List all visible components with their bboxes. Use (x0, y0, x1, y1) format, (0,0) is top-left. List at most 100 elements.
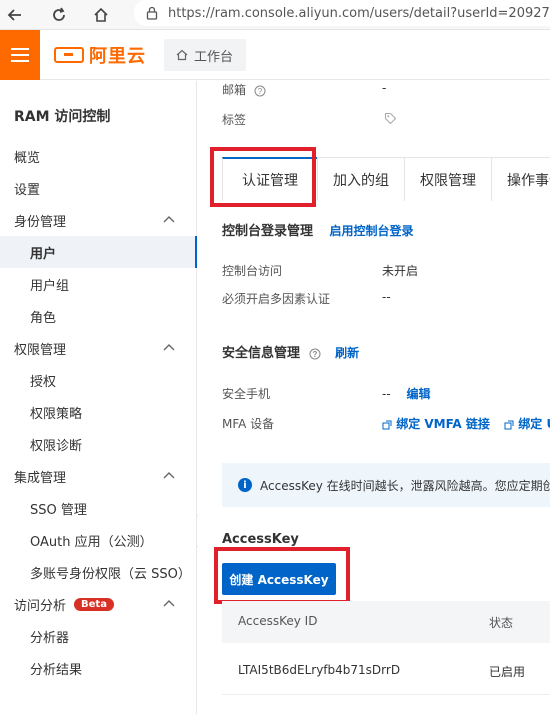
back-icon[interactable] (4, 4, 26, 26)
sidebar-item-analysis-results[interactable]: 分析结果 (0, 652, 197, 684)
annotation-highlight (214, 547, 350, 604)
accesskey-status: 已启用 (489, 665, 526, 679)
home-icon[interactable] (90, 4, 112, 26)
workbench-label: 工作台 (194, 49, 234, 65)
sidebar-item-label: 身份管理 (14, 214, 67, 230)
help-icon[interactable]: ? (309, 348, 321, 360)
sidebar-group-identity[interactable]: 身份管理 (0, 204, 197, 236)
tab-label: 操作事件 (507, 172, 550, 189)
menu-icon[interactable] (0, 30, 40, 80)
sidebar-item-label: SSO 管理 (30, 502, 87, 518)
console-access-value: 未开启 (382, 264, 419, 278)
console-login-title: 控制台登录管理 启用控制台登录 (222, 224, 414, 239)
email-value: - (382, 81, 387, 95)
edit-phone-link[interactable]: 编辑 (407, 387, 431, 401)
sidebar-item-label: 多账号身份权限（云 SSO） (30, 566, 191, 582)
sidebar-item-label: 角色 (30, 310, 57, 326)
address-bar[interactable]: https://ram.console.aliyun.com/users/det… (134, 0, 550, 26)
sidebar-item-cloud-sso[interactable]: 多账号身份权限（云 SSO） (0, 556, 197, 588)
tab-events[interactable]: 操作事件 (491, 157, 550, 201)
tags-label: 标签 (222, 113, 247, 127)
accesskey-id: LTAI5tB6dELryfb4b71sDrrD (238, 663, 401, 677)
chevron-up-icon (163, 472, 175, 479)
enable-console-login-link[interactable]: 启用控制台登录 (330, 224, 414, 238)
reload-icon[interactable] (48, 4, 70, 26)
info-icon: i (238, 478, 252, 492)
sidebar-item-oauth[interactable]: OAuth 应用（公测） (0, 524, 197, 556)
accesskey-table-header: AccessKey ID 状态 (222, 601, 550, 643)
sidebar-item-label: 集成管理 (14, 470, 67, 486)
aliyun-logo[interactable]: 阿里云 (54, 43, 146, 67)
sidebar-group-access-analysis[interactable]: 访问分析 Beta (0, 588, 197, 620)
bind-u2f-link[interactable]: 绑定 U2F (504, 417, 550, 431)
sidebar-item-label: 用户组 (30, 278, 70, 294)
sidebar-item-sso[interactable]: SSO 管理 (0, 492, 197, 524)
mfa-required-label: 必须开启多因素认证 (222, 292, 331, 306)
sidebar-item-label: 分析结果 (30, 662, 83, 678)
svg-text:?: ? (312, 350, 317, 359)
sidebar-item-users[interactable]: 用户 (0, 236, 197, 268)
bind-vmfa-link[interactable]: 绑定 VMFA 链接 (382, 417, 494, 431)
table-row: LTAI5tB6dELryfb4b71sDrrD 已启用 (222, 649, 550, 695)
url-text: https://ram.console.aliyun.com/users/det… (168, 5, 550, 21)
sidebar-item-user-groups[interactable]: 用户组 (0, 268, 197, 300)
column-header: 状态 (489, 616, 514, 630)
sidebar-group-permissions[interactable]: 权限管理 (0, 332, 197, 364)
sidebar-item-label: 访问分析 (14, 598, 67, 614)
link-icon (504, 420, 514, 430)
sidebar-item-label: 用户 (30, 246, 57, 262)
email-label: 邮箱 ? (222, 81, 266, 98)
accesskey-title: AccessKey (222, 532, 299, 547)
tab-groups[interactable]: 加入的组 (317, 157, 405, 201)
tag-icon[interactable] (384, 112, 397, 128)
home-outline-icon (176, 49, 188, 61)
sidebar-item-label: 权限诊断 (30, 438, 83, 454)
svg-text:?: ? (258, 87, 263, 96)
column-header: AccessKey ID (238, 614, 318, 628)
workbench-button[interactable]: 工作台 (164, 39, 246, 71)
sidebar-item-label: 分析器 (30, 630, 70, 646)
mfa-device-actions: 绑定 VMFA 链接 绑定 U2F (382, 415, 550, 432)
console-access-label: 控制台访问 (222, 264, 283, 278)
logo-text: 阿里云 (89, 46, 146, 67)
sidebar-item-label: OAuth 应用（公测） (30, 534, 153, 550)
sidebar-item-analyzer[interactable]: 分析器 (0, 620, 197, 652)
tab-label: 加入的组 (333, 172, 389, 189)
main-content: 邮箱 ? - 标签 认证管理 加入的组 权限管理 操作事件 控制台登录管理 启用… (198, 81, 550, 714)
sidebar-group-integration[interactable]: 集成管理 (0, 460, 197, 492)
sidebar-item-roles[interactable]: 角色 (0, 300, 197, 332)
sidebar-item-label: 权限管理 (14, 342, 67, 358)
beta-badge: Beta (74, 597, 114, 611)
sidebar-item-diagnosis[interactable]: 权限诊断 (0, 428, 197, 460)
tab-label: 权限管理 (420, 172, 476, 189)
annotation-highlight (210, 147, 316, 207)
accesskey-alert: i AccessKey 在线时间越长，泄露风险越高。您应定期创建新的 Acces… (222, 463, 550, 507)
sidebar-item-label: 授权 (30, 374, 57, 390)
site-info-icon[interactable] (146, 6, 158, 20)
console-header: 阿里云 工作台 (0, 30, 550, 80)
link-icon (382, 420, 392, 430)
mfa-device-label: MFA 设备 (222, 417, 275, 431)
browser-toolbar: https://ram.console.aliyun.com/users/det… (0, 0, 550, 30)
tab-permissions[interactable]: 权限管理 (404, 157, 492, 201)
sidebar-item-label: 权限策略 (30, 406, 83, 422)
sidebar-item-policies[interactable]: 权限策略 (0, 396, 197, 428)
chevron-up-icon (163, 600, 175, 607)
sidebar-item-label: 概览 (14, 150, 41, 166)
refresh-link[interactable]: 刷新 (335, 346, 359, 360)
chevron-up-icon (163, 344, 175, 351)
sidebar-item-settings[interactable]: 设置 (0, 172, 197, 204)
chevron-up-icon (163, 216, 175, 223)
help-icon[interactable]: ? (254, 85, 266, 97)
sidebar-item-grants[interactable]: 授权 (0, 364, 197, 396)
sidebar-title: RAM 访问控制 (14, 109, 111, 125)
mfa-required-value: -- (382, 290, 391, 304)
security-title: 安全信息管理 ? 刷新 (222, 346, 360, 361)
sidebar-item-label: 设置 (14, 182, 41, 198)
sidebar: RAM 访问控制 概览 设置 身份管理 用户 用户组 角色 权限管理 授权 权限… (0, 81, 197, 714)
security-phone-value: -- 编辑 (382, 387, 431, 401)
sidebar-item-overview[interactable]: 概览 (0, 140, 197, 172)
logo-mark-icon (54, 47, 84, 63)
alert-text: AccessKey 在线时间越长，泄露风险越高。您应定期创建新的 AccessK… (260, 478, 550, 493)
security-phone-label: 安全手机 (222, 387, 271, 401)
